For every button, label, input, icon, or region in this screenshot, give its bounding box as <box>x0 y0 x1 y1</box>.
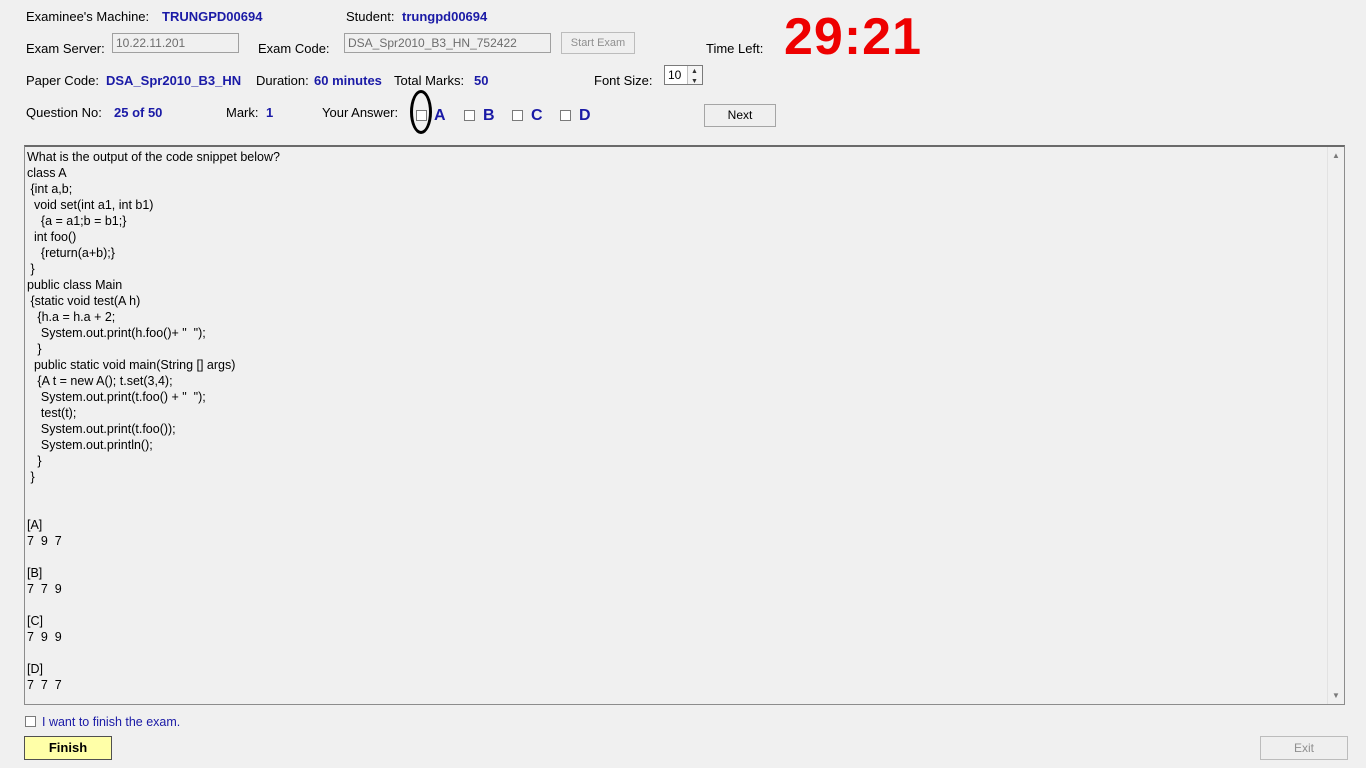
paper-code-label: Paper Code: <box>26 73 99 88</box>
question-scrollbar[interactable]: ▲ ▼ <box>1327 147 1344 704</box>
machine-value: TRUNGPD00694 <box>162 9 263 24</box>
answer-d-checkbox[interactable] <box>560 110 571 121</box>
your-answer-label: Your Answer: <box>322 105 399 120</box>
total-marks-label: Total Marks: <box>394 73 465 88</box>
scroll-down-icon[interactable]: ▼ <box>1332 691 1340 700</box>
student-label: Student: <box>346 9 395 24</box>
answer-c-label: C <box>531 107 543 124</box>
finish-button[interactable]: Finish <box>24 736 112 760</box>
font-size-value: 10 <box>668 68 682 82</box>
answer-c-checkbox[interactable] <box>512 110 523 121</box>
answer-a-label: A <box>434 107 446 124</box>
time-left-label: Time Left: <box>706 41 764 56</box>
mark-value: 1 <box>266 105 274 120</box>
student-value: trungpd00694 <box>402 9 488 24</box>
scroll-up-icon[interactable]: ▲ <box>1332 151 1340 160</box>
font-size-stepper[interactable]: 10 ▲ ▼ <box>664 65 703 85</box>
paper-code-value: DSA_Spr2010_B3_HN <box>106 73 242 88</box>
next-button[interactable]: Next <box>704 104 776 127</box>
question-no-value: 25 of 50 <box>114 105 163 120</box>
time-left-value: 29:21 <box>784 8 922 66</box>
duration-value: 60 minutes <box>314 73 382 88</box>
spin-down-icon[interactable]: ▼ <box>691 73 698 84</box>
question-no-label: Question No: <box>26 105 102 120</box>
answer-d-label: D <box>579 107 591 124</box>
answer-b-label: B <box>483 107 495 124</box>
exit-button[interactable]: Exit <box>1260 736 1348 760</box>
start-exam-button[interactable]: Start Exam <box>561 32 635 54</box>
exam-code-field: DSA_Spr2010_B3_HN_752422 <box>344 33 551 53</box>
answer-b-checkbox[interactable] <box>464 110 475 121</box>
server-field: 10.22.11.201 <box>112 33 239 53</box>
exam-code-label: Exam Code: <box>258 41 330 56</box>
duration-label: Duration: <box>256 73 309 88</box>
server-label: Exam Server: <box>26 41 105 56</box>
question-panel[interactable]: What is the output of the code snippet b… <box>24 145 1345 705</box>
finish-checkbox[interactable] <box>25 716 36 727</box>
machine-label: Examinee's Machine: <box>26 9 150 24</box>
finish-checkbox-label[interactable]: I want to finish the exam. <box>42 715 180 729</box>
annotation-circle <box>410 90 432 134</box>
total-marks-value: 50 <box>474 73 489 88</box>
mark-label: Mark: <box>226 105 259 120</box>
question-text: What is the output of the code snippet b… <box>27 150 280 692</box>
font-size-label: Font Size: <box>594 73 653 88</box>
